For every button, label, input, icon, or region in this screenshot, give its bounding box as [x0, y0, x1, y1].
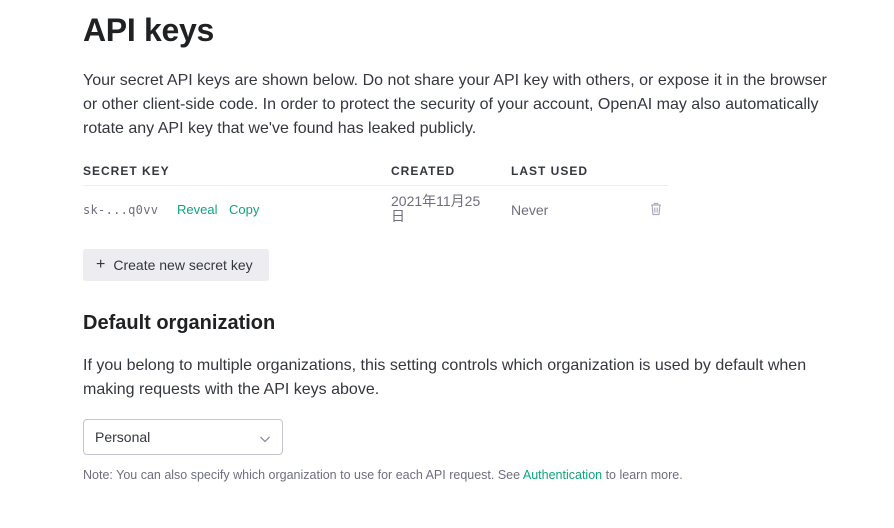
- table-row: sk-...q0vv Reveal Copy 2021年11月25日 Never: [83, 186, 668, 234]
- api-keys-table: SECRET KEY CREATED LAST USED sk-...q0vv …: [83, 158, 668, 234]
- default-organization-description: If you belong to multiple organizations,…: [83, 357, 807, 398]
- plus-icon: +: [96, 256, 106, 273]
- note-suffix: to learn more.: [602, 468, 683, 482]
- page-title: API keys: [83, 12, 215, 48]
- table-header: SECRET KEY CREATED LAST USED: [83, 158, 668, 186]
- column-header-last-used: LAST USED: [511, 164, 589, 178]
- organization-select-value: Personal: [95, 429, 151, 445]
- note-text: Note: You can also specify which organiz…: [83, 468, 683, 482]
- default-organization-heading: Default organization: [83, 312, 276, 334]
- trash-icon[interactable]: [650, 202, 662, 216]
- organization-select[interactable]: Personal: [83, 419, 283, 455]
- chevron-down-icon: [259, 432, 271, 444]
- secret-key-value: sk-...q0vv: [83, 203, 159, 217]
- created-date: 2021年11月25日: [391, 193, 481, 224]
- column-header-created: CREATED: [391, 164, 456, 178]
- create-new-secret-key-button[interactable]: + Create new secret key: [83, 249, 269, 281]
- authentication-link[interactable]: Authentication: [523, 468, 602, 482]
- note-prefix: Note: You can also specify which organiz…: [83, 468, 523, 482]
- last-used-value: Never: [511, 202, 549, 218]
- reveal-button[interactable]: Reveal: [177, 202, 217, 217]
- copy-button[interactable]: Copy: [229, 202, 259, 217]
- column-header-secret-key: SECRET KEY: [83, 164, 170, 178]
- api-keys-page: API keys Your secret API keys are shown …: [0, 0, 894, 528]
- intro-text: Your secret API keys are shown below. Do…: [83, 72, 827, 137]
- create-button-label: Create new secret key: [113, 257, 253, 273]
